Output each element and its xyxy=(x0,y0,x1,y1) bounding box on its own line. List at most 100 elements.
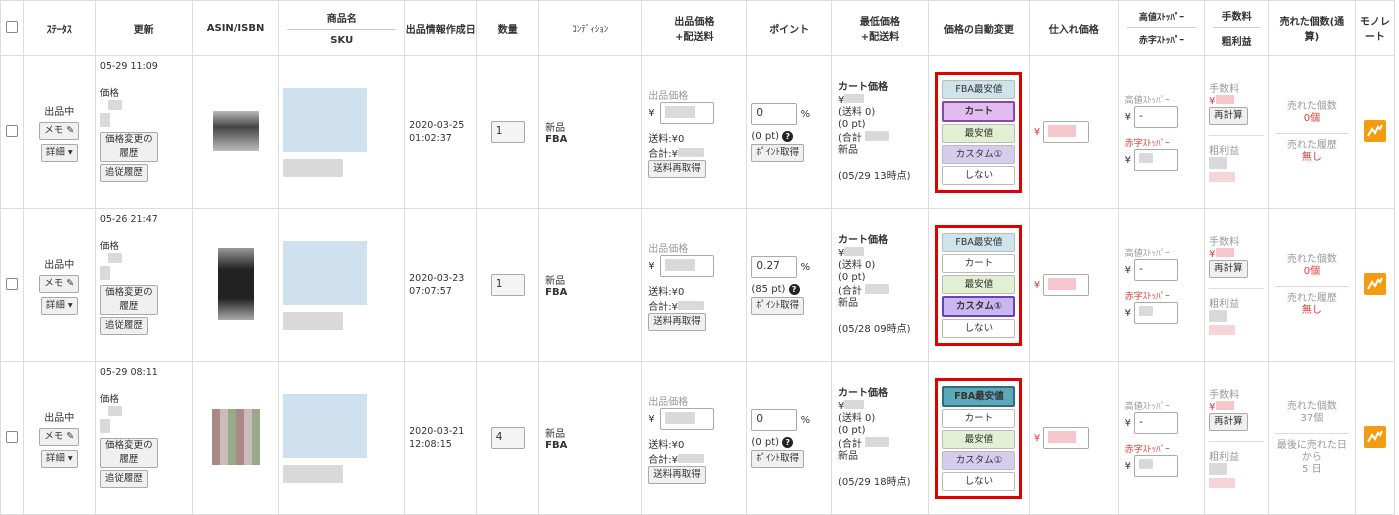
high-stopper-yen: ¥ xyxy=(1124,265,1131,276)
monorate-chart-icon[interactable] xyxy=(1363,272,1386,295)
row-checkbox[interactable] xyxy=(5,430,18,443)
cart-price-label: カート価格 xyxy=(837,387,888,399)
quantity-input[interactable]: 1 xyxy=(490,274,525,296)
reshipping-button[interactable]: 送料再取得 xyxy=(648,312,706,331)
auto-price-cart[interactable]: カート xyxy=(942,408,1016,428)
status-cell: 出品中 メモ ✎ 詳細 ▾ xyxy=(22,361,96,515)
help-icon[interactable]: ? xyxy=(788,283,800,295)
recalc-button[interactable]: 再計算 xyxy=(1209,106,1248,125)
listing-price-input[interactable] xyxy=(659,254,714,277)
auto-price-fba-min[interactable]: FBA最安値 xyxy=(942,232,1016,252)
product-name-redacted xyxy=(283,393,368,458)
row-checkbox[interactable] xyxy=(5,124,18,137)
quantity-input[interactable]: 4 xyxy=(490,427,525,449)
red-stopper-input[interactable] xyxy=(1134,455,1179,477)
quantity-header[interactable]: 数量 xyxy=(476,0,540,56)
detail-button[interactable]: 詳細 ▾ xyxy=(40,143,78,162)
asin-header[interactable]: ASIN/ISBN xyxy=(191,0,280,56)
purchase-price-input[interactable] xyxy=(1043,121,1090,143)
point-fetch-button[interactable]: ﾎﾟｲﾝﾄ取得 xyxy=(751,449,805,468)
auto-price-custom[interactable]: カスタム① xyxy=(942,295,1016,317)
follow-history-button[interactable]: 追従履歴 xyxy=(99,317,148,335)
fee-header[interactable]: 手数料 粗利益 xyxy=(1204,0,1270,56)
memo-button[interactable]: メモ ✎ xyxy=(39,427,80,446)
price-redacted xyxy=(107,406,122,416)
price-redacted-2 xyxy=(99,266,110,280)
price-history-button[interactable]: 価格変更の履歴 xyxy=(99,132,158,162)
purchase-price-input[interactable] xyxy=(1043,274,1090,296)
auto-price-header[interactable]: 価格の自動変更 xyxy=(927,0,1030,56)
point-fetch-button[interactable]: ﾎﾟｲﾝﾄ取得 xyxy=(751,296,805,315)
auto-price-min[interactable]: 最安値 xyxy=(942,429,1016,449)
points-header[interactable]: ポイント xyxy=(746,0,832,56)
gross-profit-label: 粗利益 xyxy=(1213,27,1261,48)
price-history-button[interactable]: 価格変更の履歴 xyxy=(99,285,158,315)
auto-price-custom[interactable]: カスタム① xyxy=(942,144,1016,164)
detail-button[interactable]: 詳細 ▾ xyxy=(40,296,78,315)
help-icon[interactable]: ? xyxy=(782,436,794,448)
recalc-button[interactable]: 再計算 xyxy=(1209,412,1248,431)
purchase-yen: ¥ xyxy=(1033,433,1041,444)
monorate-chart-icon[interactable] xyxy=(1363,119,1386,142)
purchase-price-header[interactable]: 仕入れ価格 xyxy=(1028,0,1119,56)
follow-history-label: 追従履歴 xyxy=(104,320,143,331)
percent-label: % xyxy=(800,108,811,120)
auto-price-min[interactable]: 最安値 xyxy=(942,274,1016,294)
min-price-header[interactable]: 最低価格 +配送料 xyxy=(830,0,929,56)
monorate-header[interactable]: モノレート xyxy=(1354,0,1396,56)
follow-history-button[interactable]: 追従履歴 xyxy=(99,164,148,182)
select-all-checkbox[interactable] xyxy=(5,20,18,33)
reshipping-button[interactable]: 送料再取得 xyxy=(648,159,706,178)
monorate-chart-icon[interactable] xyxy=(1363,425,1386,448)
high-stopper-input[interactable]: - xyxy=(1134,106,1179,128)
select-all-header[interactable] xyxy=(0,0,24,56)
purchase-price-input[interactable] xyxy=(1043,427,1090,449)
auto-price-cart[interactable]: カート xyxy=(942,100,1016,122)
row-checkbox[interactable] xyxy=(5,277,18,290)
cart-price-redacted xyxy=(844,246,865,256)
sold-count-header[interactable]: 売れた個数(通算) xyxy=(1268,0,1356,56)
follow-history-label: 追従履歴 xyxy=(104,473,143,484)
listing-price-input[interactable] xyxy=(659,407,714,430)
stopper-header[interactable]: 高値ｽﾄｯﾊﾟｰ 赤字ｽﾄｯﾊﾟｰ xyxy=(1117,0,1206,56)
auto-price-custom[interactable]: カスタム① xyxy=(942,450,1016,470)
listing-price-input[interactable] xyxy=(659,101,714,124)
status-header[interactable]: ｽﾃｰﾀｽ xyxy=(22,0,96,56)
recalc-button[interactable]: 再計算 xyxy=(1209,259,1248,278)
red-stopper-input[interactable] xyxy=(1134,149,1179,171)
product-name-header[interactable]: 商品名 SKU xyxy=(278,0,406,56)
high-stopper-input[interactable]: - xyxy=(1134,412,1179,434)
detail-button[interactable]: 詳細 ▾ xyxy=(40,449,78,468)
purchase-yen: ¥ xyxy=(1033,280,1041,291)
memo-button[interactable]: メモ ✎ xyxy=(39,121,80,140)
auto-price-none[interactable]: しない xyxy=(942,471,1016,491)
auto-price-fba-min[interactable]: FBA最安値 xyxy=(942,385,1016,407)
auto-price-none[interactable]: しない xyxy=(942,165,1016,185)
listing-price-header[interactable]: 出品価格 +配送料 xyxy=(641,0,748,56)
reshipping-button[interactable]: 送料再取得 xyxy=(648,465,706,484)
memo-button[interactable]: メモ ✎ xyxy=(39,274,80,293)
points-input[interactable]: 0 xyxy=(751,102,798,125)
points-pt-row: (0 pt) ? xyxy=(751,436,827,448)
price-history-button[interactable]: 価格変更の履歴 xyxy=(99,438,158,468)
red-stopper-input[interactable] xyxy=(1134,302,1179,324)
auto-price-none[interactable]: しない xyxy=(942,318,1016,338)
follow-history-button[interactable]: 追従履歴 xyxy=(99,470,148,488)
auto-price-min[interactable]: 最安値 xyxy=(942,123,1016,143)
cart-price-label: カート価格 xyxy=(837,81,888,93)
points-input[interactable]: 0 xyxy=(751,408,798,431)
min-total-redacted xyxy=(865,130,890,141)
auto-price-fba-min[interactable]: FBA最安値 xyxy=(942,79,1016,99)
yen-label: ¥ xyxy=(648,260,655,272)
help-icon[interactable]: ? xyxy=(782,130,794,142)
high-stopper-input[interactable]: - xyxy=(1134,259,1179,281)
updated-header[interactable]: 更新 xyxy=(94,0,193,56)
points-input[interactable]: 0.27 xyxy=(751,255,798,278)
auto-price-cart[interactable]: カート xyxy=(942,253,1016,273)
cart-price-value: ¥ xyxy=(838,246,922,260)
point-fetch-button[interactable]: ﾎﾟｲﾝﾄ取得 xyxy=(751,143,805,162)
quantity-input[interactable]: 1 xyxy=(490,121,525,143)
pencil-icon: ✎ xyxy=(66,124,75,136)
listing-created-header[interactable]: 出品情報作成日 xyxy=(404,0,478,56)
condition-header[interactable]: ｺﾝﾃﾞｨｼｮﾝ xyxy=(538,0,643,56)
